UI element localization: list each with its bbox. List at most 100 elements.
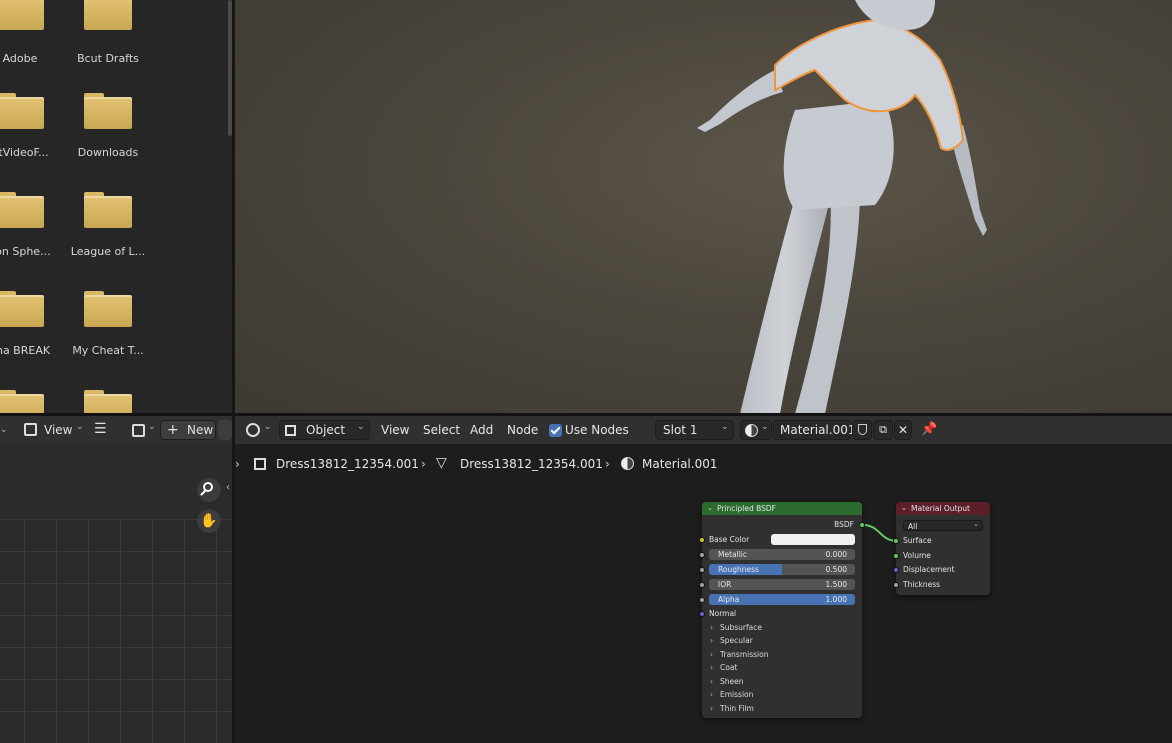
menu-add[interactable]: Add — [470, 420, 493, 440]
panel-emission[interactable]: › Emission — [710, 689, 753, 701]
image-editor-canvas[interactable]: ✋ ‹ — [0, 444, 232, 743]
breadcrumb-material: Material.001 — [642, 457, 718, 471]
folder-item[interactable]: utVideoF... — [0, 93, 60, 183]
hamburger-menu-icon[interactable]: ☰ — [94, 420, 110, 440]
folder-label: utVideoF... — [0, 146, 49, 159]
panel-thin-film[interactable]: › Thin Film — [710, 703, 754, 715]
surface-label: Surface — [903, 536, 932, 545]
menu-view[interactable]: View — [381, 420, 409, 440]
thickness-socket[interactable] — [893, 582, 899, 588]
material-name-label: Material.001 — [780, 423, 856, 437]
chevron-down-icon[interactable]: ⌄ — [901, 502, 907, 515]
folder-label: My Cheat T... — [72, 344, 144, 357]
base-color-swatch[interactable] — [771, 534, 855, 545]
mesh-icon: ▽ — [436, 455, 447, 471]
character-model — [697, 0, 987, 414]
node-header[interactable]: ⌄ Principled BSDF — [702, 502, 862, 515]
folder-item[interactable]: Adobe — [0, 0, 60, 90]
folder-item[interactable]: cha BREAK — [0, 291, 60, 381]
material-name-field[interactable]: Material.001 — [773, 420, 855, 440]
unlink-material-icon[interactable]: ✕ — [894, 420, 912, 440]
panel-coat[interactable]: › Coat — [710, 662, 737, 674]
volume-socket[interactable] — [893, 553, 899, 559]
folder-icon — [84, 291, 132, 327]
new-image-button[interactable]: + New — [160, 420, 216, 440]
shader-type-label: Object — [306, 423, 346, 437]
displacement-socket[interactable] — [893, 567, 899, 573]
object-icon — [254, 458, 266, 470]
zoom-icon[interactable] — [197, 478, 221, 502]
blender-window: Adobe Bcut Drafts utVideoF... Downloads … — [0, 0, 1172, 743]
folder-item[interactable]: Bcut Drafts — [68, 0, 148, 90]
displacement-label: Displacement — [903, 565, 955, 574]
browse-material-dropdown[interactable]: ⌄ — [740, 420, 772, 440]
folder-icon — [84, 192, 132, 228]
material-slot-dropdown[interactable]: Slot 1 ⌄ — [655, 420, 734, 440]
panel-specular[interactable]: › Specular — [710, 635, 753, 647]
pan-hand-icon[interactable]: ✋ — [197, 509, 221, 533]
editor-type-dropdown[interactable]: ⌄ — [243, 420, 275, 440]
ior-field[interactable]: IOR 1.500 — [709, 579, 855, 590]
chevron-right-icon: › — [235, 457, 240, 471]
chevron-right-icon: › — [421, 457, 426, 471]
metallic-socket[interactable] — [699, 552, 705, 558]
folder-icon — [0, 93, 44, 129]
panel-sheen[interactable]: › Sheen — [710, 676, 744, 688]
use-nodes-checkbox[interactable] — [549, 424, 562, 437]
chevron-down-icon[interactable]: ⌄ — [0, 420, 12, 440]
panel-transmission[interactable]: › Transmission — [710, 649, 768, 661]
thickness-label: Thickness — [903, 580, 941, 589]
folder-icon — [84, 390, 132, 414]
node-title: Principled BSDF — [717, 504, 776, 513]
alpha-field[interactable]: Alpha 1.000 — [709, 594, 855, 605]
3d-viewport[interactable] — [235, 0, 1172, 414]
metallic-field[interactable]: Metallic 0.000 — [709, 549, 855, 560]
folder-item[interactable]: son Sphe... — [0, 192, 60, 282]
folder-item[interactable] — [0, 390, 60, 414]
folder-label: Downloads — [77, 146, 139, 159]
open-image-icon[interactable] — [218, 420, 232, 440]
folder-item[interactable]: League of L... — [68, 192, 148, 282]
normal-socket[interactable] — [699, 611, 705, 617]
sidebar-toggle-icon[interactable]: ‹ — [226, 482, 230, 493]
folder-label: son Sphe... — [0, 245, 51, 258]
material-output-node[interactable]: ⌄ Material Output All ⌄ Surface Volume D… — [893, 502, 990, 595]
breadcrumb-object: Dress13812_12354.001 — [276, 457, 419, 471]
menu-node[interactable]: Node — [507, 420, 538, 440]
folder-icon — [0, 291, 44, 327]
bsdf-output-label: BSDF — [834, 520, 854, 529]
view-menu[interactable]: View ⌄ — [44, 420, 88, 440]
chevron-right-icon: › — [605, 457, 610, 471]
folder-item[interactable]: Downloads — [68, 93, 148, 183]
folder-icon — [84, 0, 132, 30]
pin-icon[interactable]: 📌 — [921, 420, 937, 440]
folder-icon — [84, 93, 132, 129]
surface-socket[interactable] — [893, 538, 899, 544]
alpha-socket[interactable] — [699, 597, 705, 603]
panel-subsurface[interactable]: › Subsurface — [710, 622, 762, 634]
bsdf-output-socket[interactable] — [859, 522, 865, 528]
normal-label: Normal — [709, 609, 737, 618]
folder-item[interactable] — [68, 390, 148, 414]
duplicate-material-icon[interactable]: ⧉ — [873, 420, 893, 440]
node-editor-canvas[interactable]: › Dress13812_12354.001 › ▽ Dress13812_12… — [235, 444, 1172, 743]
shader-type-dropdown[interactable]: Object ⌄ — [279, 420, 370, 440]
browse-image-dropdown[interactable]: ⌄ — [128, 420, 158, 440]
breadcrumb-mesh: Dress13812_12354.001 — [460, 457, 603, 471]
principled-bsdf-node[interactable]: ⌄ Principled BSDF BSDF Base Color Metall… — [699, 502, 865, 718]
folder-label: cha BREAK — [0, 344, 51, 357]
target-dropdown[interactable]: All ⌄ — [903, 520, 983, 531]
ior-socket[interactable] — [699, 582, 705, 588]
fake-user-shield-icon[interactable] — [852, 420, 872, 440]
roughness-field[interactable]: Roughness 0.500 — [709, 564, 855, 575]
base-color-socket[interactable] — [699, 537, 705, 543]
menu-select[interactable]: Select — [423, 420, 460, 440]
roughness-socket[interactable] — [699, 567, 705, 573]
chevron-down-icon: ⌄ — [357, 422, 365, 432]
folder-item[interactable]: My Cheat T... — [68, 291, 148, 381]
use-nodes-label[interactable]: Use Nodes — [565, 420, 629, 440]
folder-label: Bcut Drafts — [77, 52, 139, 65]
chevron-down-icon[interactable]: ⌄ — [707, 502, 713, 515]
node-header[interactable]: ⌄ Material Output — [896, 502, 990, 515]
image-icon — [24, 423, 37, 436]
